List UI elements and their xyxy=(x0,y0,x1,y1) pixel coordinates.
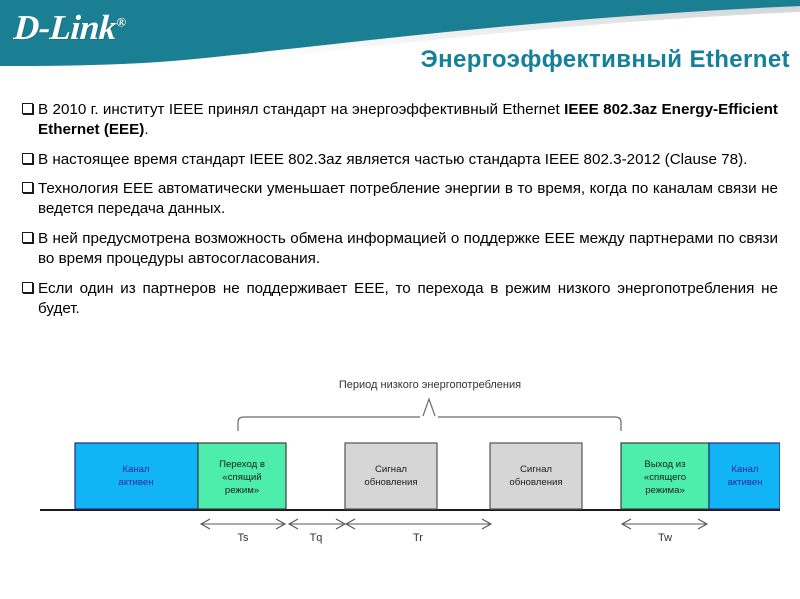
interval-label: Tq xyxy=(310,532,323,544)
diagram-block-refresh-signal-2: Сигнал обновления xyxy=(489,442,583,510)
slide-root: { "header": { "logo_text": "D-Link", "lo… xyxy=(0,0,800,599)
interval-arrow-tq: Tq xyxy=(287,518,347,544)
block-label-line2: «спящий xyxy=(222,472,261,483)
diagram-block-exit-sleep: Выход из «спящего режима» xyxy=(620,442,710,510)
eee-timing-diagram-svg: Период низкого энергопотребления Канал а… xyxy=(40,379,780,544)
block-label-line3: режим» xyxy=(225,485,259,496)
bullet-item: Технология EEE автоматически уменьшает п… xyxy=(22,179,778,220)
diagram-caption: Период низкого энергопотребления xyxy=(339,379,521,391)
slide-header: D-Link® Энергоэффективный Ethernet xyxy=(0,0,800,92)
diagram-block-refresh-signal-1: Сигнал обновления xyxy=(344,442,438,510)
page-title: Энергоэффективный Ethernet xyxy=(420,46,790,73)
interval-arrow-tr: Tr xyxy=(344,518,493,544)
bullet-item: В 2010 г. институт IEEE принял стандарт … xyxy=(22,100,778,141)
bullet-lead-text: Технология EEE автоматически уменьшает п… xyxy=(38,180,778,218)
bullet-lead-text: В настоящее время стандарт IEEE 802.3az … xyxy=(38,150,748,168)
bullet-lead-text: В 2010 г. институт IEEE принял стандарт … xyxy=(38,101,565,118)
diagram-block-enter-sleep: Переход в «спящий режим» xyxy=(197,442,287,510)
block-label-line3: режима» xyxy=(645,485,685,496)
low-power-period-bracket xyxy=(237,416,622,431)
block-rect xyxy=(74,442,199,510)
bracket-pointer-icon xyxy=(422,397,436,417)
bullet-item: В ней предусмотрена возможность обмена и… xyxy=(22,229,778,270)
white-square-bullet-icon xyxy=(22,151,33,168)
white-square-bullet-icon xyxy=(22,180,33,197)
block-label-line1: Сигнал xyxy=(520,464,552,475)
dlink-logo: D-Link® xyxy=(13,8,127,48)
white-square-bullet-icon xyxy=(22,230,33,247)
block-label-line2: обновления xyxy=(509,477,562,488)
diagram-block-active-link-right: Канал активен xyxy=(708,442,780,510)
block-rect xyxy=(344,442,438,510)
interval-label: Tr xyxy=(413,532,423,544)
diagram-block-active-link-left: Канал активен xyxy=(74,442,199,510)
bullet-item: Если один из партнеров не поддерживает E… xyxy=(22,279,778,320)
dlink-logo-text: D-Link xyxy=(12,8,118,47)
bullet-tail-text: . xyxy=(144,121,149,139)
block-label-line2: активен xyxy=(727,477,762,488)
bullet-item: В настоящее время стандарт IEEE 802.3az … xyxy=(22,150,778,170)
interval-label: Ts xyxy=(238,532,250,544)
interval-label: Tw xyxy=(658,532,672,544)
block-label-line1: Канал xyxy=(731,464,758,475)
bullet-lead-text: В ней предусмотрена возможность обмена и… xyxy=(38,229,778,268)
block-label-line1: Выход из xyxy=(644,459,686,470)
slide-content: В 2010 г. институт IEEE принял стандарт … xyxy=(0,100,800,328)
block-rect xyxy=(708,442,780,510)
white-square-bullet-icon xyxy=(22,101,33,118)
registered-trademark-icon: ® xyxy=(115,14,127,30)
interval-arrow-tw: Tw xyxy=(620,518,709,544)
block-label-line2: обновления xyxy=(364,477,417,488)
block-label-line1: Сигнал xyxy=(375,464,407,475)
eee-timing-diagram: Период низкого энергопотребления Канал а… xyxy=(40,374,780,564)
interval-arrow-ts: Ts xyxy=(199,518,287,544)
block-label-line2: активен xyxy=(118,477,153,488)
block-rect xyxy=(489,442,583,510)
block-label-line1: Переход в xyxy=(219,459,265,470)
block-label-line2: «спящего xyxy=(644,472,686,483)
block-label-line1: Канал xyxy=(122,464,149,475)
white-square-bullet-icon xyxy=(22,280,33,297)
bullet-lead-text: Если один из партнеров не поддерживает E… xyxy=(38,279,778,317)
